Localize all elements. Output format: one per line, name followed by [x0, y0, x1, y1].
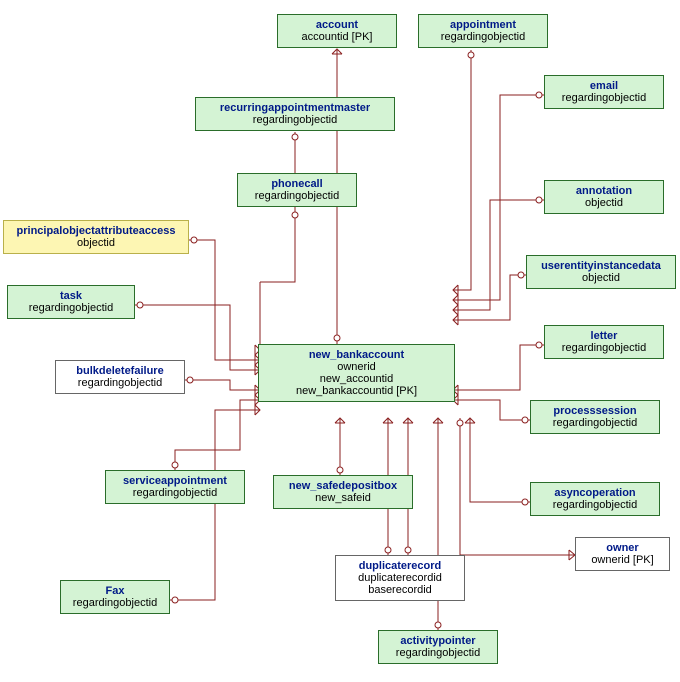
- entity-annotation[interactable]: annotation objectid: [544, 180, 664, 214]
- entity-new-bankaccount[interactable]: new_bankaccount ownerid new_accountid ne…: [258, 344, 455, 402]
- entity-title: asyncoperation: [539, 487, 651, 499]
- entity-attr: regardingobjectid: [16, 302, 126, 314]
- entity-title: task: [16, 290, 126, 302]
- entity-attr: accountid [PK]: [286, 31, 388, 43]
- entity-attr: regardingobjectid: [69, 597, 161, 609]
- entity-title: userentityinstancedata: [535, 260, 667, 272]
- entity-attr: regardingobjectid: [387, 647, 489, 659]
- entity-attr: ownerid [PK]: [584, 554, 661, 566]
- entity-title: phonecall: [246, 178, 348, 190]
- entity-email[interactable]: email regardingobjectid: [544, 75, 664, 109]
- entity-new-safedepositbox[interactable]: new_safedepositbox new_safeid: [273, 475, 413, 509]
- entity-title: letter: [553, 330, 655, 342]
- entity-activitypointer[interactable]: activitypointer regardingobjectid: [378, 630, 498, 664]
- entity-bulkdeletefailure[interactable]: bulkdeletefailure regardingobjectid: [55, 360, 185, 394]
- entity-attr: objectid: [12, 237, 180, 249]
- entity-phonecall[interactable]: phonecall regardingobjectid: [237, 173, 357, 207]
- entity-title: owner: [584, 542, 661, 554]
- entity-task[interactable]: task regardingobjectid: [7, 285, 135, 319]
- entity-attr: regardingobjectid: [204, 114, 386, 126]
- entity-title: account: [286, 19, 388, 31]
- entity-attr: new_safeid: [282, 492, 404, 504]
- entity-attr: new_accountid: [267, 373, 446, 385]
- entity-title: serviceappointment: [114, 475, 236, 487]
- entity-title: bulkdeletefailure: [64, 365, 176, 377]
- entity-title: processsession: [539, 405, 651, 417]
- entity-attr: duplicaterecordid: [344, 572, 456, 584]
- entity-title: activitypointer: [387, 635, 489, 647]
- entity-attr: regardingobjectid: [553, 92, 655, 104]
- entity-duplicaterecord[interactable]: duplicaterecord duplicaterecordid basere…: [335, 555, 465, 601]
- entity-title: annotation: [553, 185, 655, 197]
- entity-letter[interactable]: letter regardingobjectid: [544, 325, 664, 359]
- entity-serviceappointment[interactable]: serviceappointment regardingobjectid: [105, 470, 245, 504]
- entity-title: Fax: [69, 585, 161, 597]
- entity-attr: regardingobjectid: [114, 487, 236, 499]
- entity-attr: new_bankaccountid [PK]: [267, 385, 446, 397]
- entity-attr: regardingobjectid: [64, 377, 176, 389]
- entity-attr: regardingobjectid: [427, 31, 539, 43]
- entity-processsession[interactable]: processsession regardingobjectid: [530, 400, 660, 434]
- entity-principalobjectattributeaccess[interactable]: principalobjectattributeaccess objectid: [3, 220, 189, 254]
- entity-title: new_safedepositbox: [282, 480, 404, 492]
- entity-title: recurringappointmentmaster: [204, 102, 386, 114]
- entity-fax[interactable]: Fax regardingobjectid: [60, 580, 170, 614]
- entity-asyncoperation[interactable]: asyncoperation regardingobjectid: [530, 482, 660, 516]
- entity-appointment[interactable]: appointment regardingobjectid: [418, 14, 548, 48]
- entity-attr: objectid: [535, 272, 667, 284]
- entity-title: email: [553, 80, 655, 92]
- entity-title: duplicaterecord: [344, 560, 456, 572]
- entity-title: new_bankaccount: [267, 349, 446, 361]
- entity-userentityinstancedata[interactable]: userentityinstancedata objectid: [526, 255, 676, 289]
- entity-account[interactable]: account accountid [PK]: [277, 14, 397, 48]
- entity-attr: baserecordid: [344, 584, 456, 596]
- entity-attr: regardingobjectid: [553, 342, 655, 354]
- entity-attr: objectid: [553, 197, 655, 209]
- entity-attr: regardingobjectid: [539, 499, 651, 511]
- entity-title: appointment: [427, 19, 539, 31]
- entity-title: principalobjectattributeaccess: [12, 225, 180, 237]
- entity-attr: ownerid: [267, 361, 446, 373]
- entity-attr: regardingobjectid: [246, 190, 348, 202]
- entity-recurringappointmentmaster[interactable]: recurringappointmentmaster regardingobje…: [195, 97, 395, 131]
- entity-attr: regardingobjectid: [539, 417, 651, 429]
- entity-owner[interactable]: owner ownerid [PK]: [575, 537, 670, 571]
